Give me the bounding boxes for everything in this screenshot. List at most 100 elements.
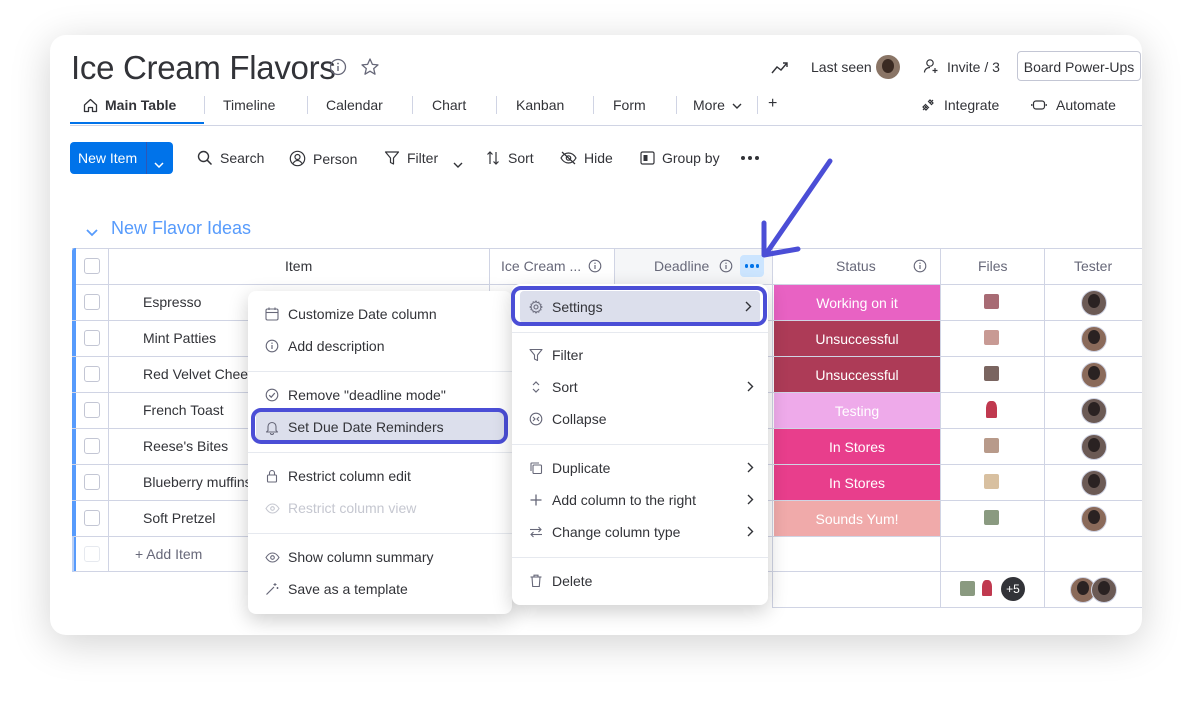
menu-item-collapse[interactable]: Collapse xyxy=(512,403,768,435)
menu-item-duplicate[interactable]: Duplicate xyxy=(512,452,768,484)
chevron-down-icon[interactable] xyxy=(154,155,164,173)
tester-avatar[interactable] xyxy=(1081,470,1107,496)
info-icon[interactable] xyxy=(328,57,348,77)
table-row-item[interactable]: Blueberry muffins xyxy=(143,474,252,490)
menu-item-add-description[interactable]: Add description xyxy=(248,330,512,362)
tester-avatar[interactable] xyxy=(1081,362,1107,388)
row-checkbox[interactable] xyxy=(84,294,100,310)
info-icon[interactable] xyxy=(719,259,733,278)
status-cell[interactable]: Unsuccessful xyxy=(774,357,940,392)
file-thumbnail[interactable] xyxy=(984,366,999,381)
row-checkbox[interactable] xyxy=(84,330,100,346)
search-label[interactable]: Search xyxy=(220,150,264,166)
filter-label[interactable]: Filter xyxy=(407,150,438,166)
column-header-tester[interactable]: Tester xyxy=(1074,258,1112,274)
column-header-status[interactable]: Status xyxy=(836,258,876,274)
tab-chart[interactable]: Chart xyxy=(432,97,466,113)
file-thumbnail[interactable] xyxy=(984,294,999,309)
status-cell[interactable]: Sounds Yum! xyxy=(774,501,940,536)
person-label[interactable]: Person xyxy=(313,151,357,167)
tester-avatar[interactable] xyxy=(1081,434,1107,460)
star-icon[interactable] xyxy=(359,56,381,78)
menu-item-customize[interactable]: Customize Date column xyxy=(248,298,512,330)
board-power-ups-button[interactable]: Board Power-Ups xyxy=(1017,51,1141,81)
file-thumbnail[interactable] xyxy=(984,510,999,525)
info-icon[interactable] xyxy=(588,259,602,278)
info-icon[interactable] xyxy=(913,259,927,278)
tab-more[interactable]: More xyxy=(693,97,725,113)
invite-icon[interactable] xyxy=(922,57,940,75)
new-item-button[interactable]: New Item xyxy=(70,142,173,174)
automate-button[interactable]: Automate xyxy=(1056,97,1116,113)
integrate-button[interactable]: Integrate xyxy=(944,97,999,113)
file-thumbnail[interactable] xyxy=(984,330,999,345)
menu-item-change-type[interactable]: Change column type xyxy=(512,516,768,548)
chevron-down-icon[interactable] xyxy=(730,99,744,113)
menu-item-save-template[interactable]: Save as a template xyxy=(248,573,512,605)
hide-button[interactable]: Hide xyxy=(560,150,613,166)
search-button[interactable]: Search xyxy=(197,150,264,166)
table-row-item[interactable]: French Toast xyxy=(143,402,224,418)
row-checkbox[interactable] xyxy=(84,438,100,454)
chevron-down-icon[interactable] xyxy=(453,155,463,173)
hide-label[interactable]: Hide xyxy=(584,150,613,166)
table-row-item[interactable]: Red Velvet Chees xyxy=(143,366,255,382)
status-cell[interactable]: Testing xyxy=(774,393,940,428)
integrate-icon[interactable] xyxy=(919,96,937,114)
tester-avatar[interactable] xyxy=(1081,398,1107,424)
tester-avatar[interactable] xyxy=(1081,506,1107,532)
table-row-item[interactable]: Espresso xyxy=(143,294,201,310)
menu-item-sort[interactable]: Sort xyxy=(512,371,768,403)
row-checkbox[interactable] xyxy=(84,366,100,382)
menu-item-filter[interactable]: Filter xyxy=(512,339,768,371)
column-header-files[interactable]: Files xyxy=(978,258,1008,274)
last-seen-label[interactable]: Last seen xyxy=(811,59,872,75)
sort-button[interactable]: Sort xyxy=(485,150,534,166)
column-header-item[interactable]: Item xyxy=(285,258,312,274)
tab-main-table[interactable]: Main Table xyxy=(105,97,176,113)
row-checkbox[interactable] xyxy=(84,402,100,418)
tab-calendar[interactable]: Calendar xyxy=(326,97,383,113)
file-thumbnail[interactable] xyxy=(986,401,997,418)
column-header-deadline[interactable]: Deadline xyxy=(654,258,709,274)
select-all-checkbox[interactable] xyxy=(84,258,100,274)
last-seen-avatar[interactable] xyxy=(876,55,900,79)
invite-button[interactable]: Invite / 3 xyxy=(947,59,1000,75)
automate-icon[interactable] xyxy=(1030,96,1048,114)
table-row-item[interactable]: Reese's Bites xyxy=(143,438,228,454)
menu-item-restrict-edit[interactable]: Restrict column edit xyxy=(248,460,512,492)
sort-label[interactable]: Sort xyxy=(508,150,534,166)
menu-item-remove-deadline[interactable]: Remove "deadline mode" xyxy=(248,379,512,411)
status-cell[interactable]: In Stores xyxy=(774,465,940,500)
status-cell[interactable]: In Stores xyxy=(774,429,940,464)
tester-avatar[interactable] xyxy=(1081,326,1107,352)
status-cell[interactable]: Unsuccessful xyxy=(774,321,940,356)
menu-item-add-column-right[interactable]: Add column to the right xyxy=(512,484,768,516)
file-thumbnail[interactable] xyxy=(984,438,999,453)
column-header-ice-cream[interactable]: Ice Cream ... xyxy=(501,258,581,274)
person-filter-button[interactable]: Person xyxy=(289,150,357,167)
board-title[interactable]: Ice Cream Flavors xyxy=(71,49,336,87)
add-view-button[interactable]: + xyxy=(768,95,777,113)
menu-item-show-summary[interactable]: Show column summary xyxy=(248,541,512,573)
table-row-item[interactable]: Mint Patties xyxy=(143,330,216,346)
activity-icon[interactable] xyxy=(770,58,790,78)
file-thumbnail[interactable] xyxy=(984,474,999,489)
group-title[interactable]: New Flavor Ideas xyxy=(111,218,251,239)
menu-item-delete[interactable]: Delete xyxy=(512,565,768,597)
new-item-label[interactable]: New Item xyxy=(78,150,137,166)
table-row-item[interactable]: Soft Pretzel xyxy=(143,510,215,526)
tab-timeline[interactable]: Timeline xyxy=(223,97,275,113)
row-checkbox[interactable] xyxy=(84,474,100,490)
filter-button[interactable]: Filter xyxy=(384,150,438,166)
tab-kanban[interactable]: Kanban xyxy=(516,97,564,113)
status-cell[interactable]: Working on it xyxy=(774,285,940,320)
tab-form[interactable]: Form xyxy=(613,97,646,113)
tester-avatar[interactable] xyxy=(1081,290,1107,316)
chevron-down-icon[interactable] xyxy=(86,224,98,242)
group-by-button[interactable]: Group by xyxy=(640,150,720,166)
group-by-label[interactable]: Group by xyxy=(662,150,720,166)
files-more-badge[interactable]: +5 xyxy=(1001,577,1025,601)
add-item-button[interactable]: + Add Item xyxy=(135,546,202,562)
row-checkbox[interactable] xyxy=(84,510,100,526)
